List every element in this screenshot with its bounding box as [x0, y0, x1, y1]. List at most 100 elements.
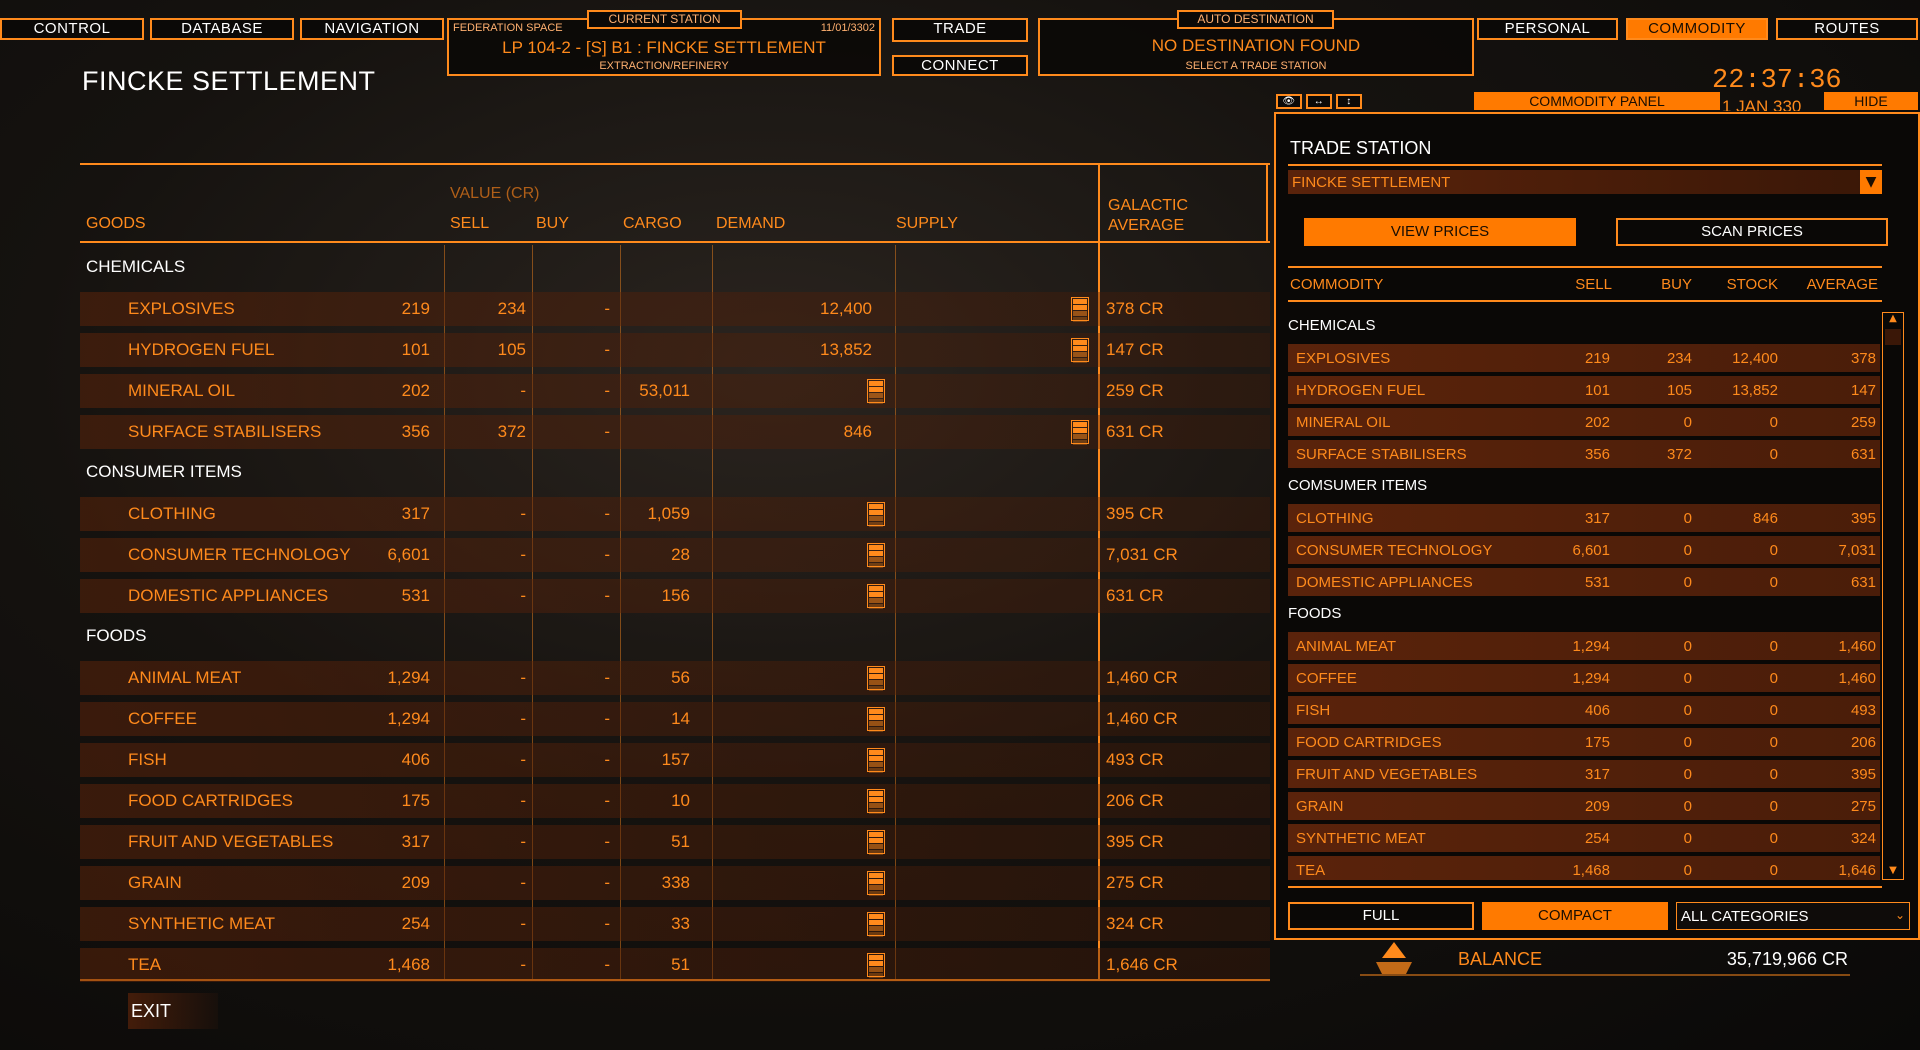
table-row[interactable]: FOOD CARTRIDGES 175 - - 10 206 CR [80, 784, 1270, 818]
header-galactic[interactable]: GALACTIC [1108, 197, 1188, 215]
station-name: LP 104-2 - [S] B1 : FINCKE SETTLEMENT [502, 38, 826, 57]
list-item[interactable]: SYNTHETIC MEAT 254 0 0 324 [1288, 824, 1880, 852]
header-supply[interactable]: SUPPLY [896, 215, 958, 233]
eye-icon[interactable]: 👁 [1276, 94, 1302, 109]
commodity-panel: TRADE STATION FINCKE SETTLEMENT ▼ VIEW P… [1274, 112, 1920, 940]
scroll-thumb[interactable] [1885, 329, 1901, 345]
commodity-tab[interactable]: COMMODITY [1626, 18, 1768, 40]
category-select[interactable]: ALL CATEGORIES ⌄ [1676, 902, 1910, 930]
cp-footer-rule [1288, 886, 1882, 888]
table-row[interactable]: SURFACE STABILISERS 356 372 - 846 631 CR [80, 415, 1270, 449]
cp-sell: 6,601 [1572, 542, 1610, 559]
personal-tab[interactable]: PERSONAL [1477, 18, 1618, 40]
vertical-resize-icon[interactable]: ↕ [1336, 94, 1362, 109]
table-row[interactable]: FRUIT AND VEGETABLES 317 - - 51 395 CR [80, 825, 1270, 859]
galactic-average: 206 CR [1106, 791, 1164, 810]
table-row[interactable]: DOMESTIC APPLIANCES 531 - - 156 631 CR [80, 579, 1270, 613]
view-prices-button[interactable]: VIEW PRICES [1304, 218, 1576, 246]
compact-view-button[interactable]: COMPACT [1482, 902, 1668, 930]
scroll-down-icon[interactable]: ▼ [1885, 865, 1901, 879]
category-heading: CONSUMER ITEMS [86, 462, 242, 481]
station-economy: EXTRACTION/REFINERY [599, 60, 729, 72]
horizontal-resize-icon[interactable]: ↔ [1306, 94, 1332, 109]
exit-button[interactable]: EXIT [128, 993, 218, 1029]
list-item[interactable]: GRAIN 209 0 0 275 [1288, 792, 1880, 820]
list-item[interactable]: CLOTHING 317 0 846 395 [1288, 504, 1880, 532]
commodity-panel-title: COMMODITY PANEL [1474, 92, 1720, 110]
scroll-up-icon[interactable]: ▲ [1885, 313, 1901, 327]
list-item[interactable]: EXPLOSIVES 219 234 12,400 378 [1288, 344, 1880, 372]
list-item[interactable]: DOMESTIC APPLIANCES 531 0 0 631 [1288, 568, 1880, 596]
list-item[interactable]: TEA 1,468 0 0 1,646 [1288, 856, 1880, 880]
sell-value: 219 [401, 299, 430, 318]
cp-commodity-name: FOOD CARTRIDGES [1296, 734, 1442, 751]
table-row[interactable]: MINERAL OIL 202 - - 53,011 259 CR [80, 374, 1270, 408]
cp-header-rule [1288, 300, 1882, 302]
cp-header-stock[interactable]: STOCK [1708, 276, 1778, 293]
hide-button[interactable]: HIDE [1824, 92, 1918, 110]
list-item[interactable]: ANIMAL MEAT 1,294 0 0 1,460 [1288, 632, 1880, 660]
header-average[interactable]: AVERAGE [1108, 217, 1184, 235]
header-demand[interactable]: DEMAND [716, 215, 785, 233]
demand-value: 51 [671, 955, 690, 974]
goods-name: CONSUMER TECHNOLOGY [128, 545, 351, 564]
trade-button[interactable]: TRADE [892, 18, 1028, 42]
header-buy[interactable]: BUY [536, 215, 569, 233]
cp-sell: 1,468 [1572, 862, 1610, 879]
buy-value: 234 [497, 299, 526, 318]
goods-name: HYDROGEN FUEL [128, 340, 275, 359]
galactic-average: 7,031 CR [1106, 545, 1178, 564]
cp-average: 395 [1850, 766, 1876, 783]
sell-value: 531 [401, 586, 430, 605]
database-tab[interactable]: DATABASE [150, 18, 294, 40]
list-item[interactable]: HYDROGEN FUEL 101 105 13,852 147 [1288, 376, 1880, 404]
cargo-value: - [604, 750, 610, 769]
cargo-value: - [604, 381, 610, 400]
list-item[interactable]: MINERAL OIL 202 0 0 259 [1288, 408, 1880, 436]
table-row[interactable]: GRAIN 209 - - 338 275 CR [80, 866, 1270, 900]
cp-header-sell[interactable]: SELL [1552, 276, 1612, 293]
table-row[interactable]: CONSUMER TECHNOLOGY 6,601 - - 28 7,031 CR [80, 538, 1270, 572]
cp-header-average[interactable]: AVERAGE [1790, 276, 1878, 293]
cp-scrollbar[interactable]: ▲ ▼ [1882, 312, 1904, 880]
scan-prices-button[interactable]: SCAN PRICES [1616, 218, 1888, 246]
list-item[interactable]: SURFACE STABILISERS 356 372 0 631 [1288, 440, 1880, 468]
goods-name: CLOTHING [128, 504, 216, 523]
navigation-tab[interactable]: NAVIGATION [300, 18, 444, 40]
table-row[interactable]: CLOTHING 317 - - 1,059 395 CR [80, 497, 1270, 531]
table-row[interactable]: COFFEE 1,294 - - 14 1,460 CR [80, 702, 1270, 736]
list-item[interactable]: FRUIT AND VEGETABLES 317 0 0 395 [1288, 760, 1880, 788]
demand-level-icon [867, 912, 885, 937]
list-item[interactable]: FISH 406 0 0 493 [1288, 696, 1880, 724]
list-item[interactable]: FOOD CARTRIDGES 175 0 0 206 [1288, 728, 1880, 756]
sell-value: 6,601 [387, 545, 430, 564]
connect-button[interactable]: CONNECT [892, 55, 1028, 76]
cp-buy: 0 [1683, 862, 1692, 879]
header-cargo[interactable]: CARGO [623, 215, 682, 233]
goods-name: COFFEE [128, 709, 197, 728]
table-row[interactable]: EXPLOSIVES 219 234 - 12,400 378 CR [80, 292, 1270, 326]
header-sell[interactable]: SELL [450, 215, 489, 233]
heading-rule [1288, 164, 1882, 166]
cp-stock: 13,852 [1732, 382, 1778, 399]
table-row[interactable]: TEA 1,468 - - 51 1,646 CR [80, 948, 1270, 982]
buy-value: - [520, 955, 526, 974]
cp-header-commodity[interactable]: COMMODITY [1290, 276, 1383, 293]
routes-tab[interactable]: ROUTES [1776, 18, 1918, 40]
list-item[interactable]: CONSUMER TECHNOLOGY 6,601 0 0 7,031 [1288, 536, 1880, 564]
cp-header-buy[interactable]: BUY [1632, 276, 1692, 293]
full-view-button[interactable]: FULL [1288, 902, 1474, 930]
exit-label: EXIT [131, 1001, 172, 1021]
chevron-down-icon[interactable]: ▼ [1860, 170, 1882, 194]
supply-level-icon [1071, 420, 1089, 445]
table-row[interactable]: ANIMAL MEAT 1,294 - - 56 1,460 CR [80, 661, 1270, 695]
market-table: GOODS VALUE (CR) SELL BUY CARGO DEMAND S… [80, 163, 1270, 982]
buy-value: - [520, 914, 526, 933]
list-item[interactable]: COFFEE 1,294 0 0 1,460 [1288, 664, 1880, 692]
control-tab[interactable]: CONTROL [0, 18, 144, 40]
table-row[interactable]: FISH 406 - - 157 493 CR [80, 743, 1270, 777]
table-row[interactable]: SYNTHETIC MEAT 254 - - 33 324 CR [80, 907, 1270, 941]
table-row[interactable]: HYDROGEN FUEL 101 105 - 13,852 147 CR [80, 333, 1270, 367]
cargo-value: - [604, 422, 610, 441]
station-select[interactable]: FINCKE SETTLEMENT ▼ [1288, 170, 1882, 194]
